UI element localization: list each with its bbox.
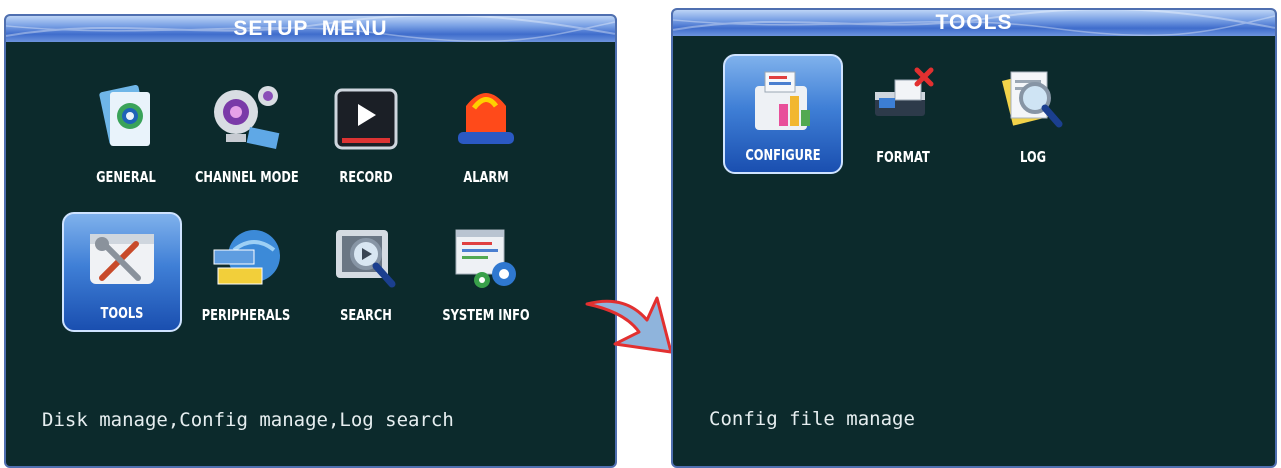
log-search-icon xyxy=(1001,71,1063,128)
search-film-icon xyxy=(336,230,396,288)
webcam-icon xyxy=(214,86,280,149)
setup-menu-panel: SETUP MENU GENERAL CHANNEL MODE RECORD A… xyxy=(4,14,617,468)
general-tile[interactable]: GENERAL xyxy=(66,74,186,194)
tools-menu-panel: TOOLS CONFIGURE FORMAT LOG Config file m… xyxy=(671,8,1277,468)
general-settings-icon xyxy=(99,84,150,146)
format-tile[interactable]: FORMAT xyxy=(843,54,963,174)
play-video-icon xyxy=(334,88,398,150)
system-info-tile[interactable]: SYSTEM INFO xyxy=(426,212,546,332)
alarm-light-icon xyxy=(458,93,514,144)
setup-menu-status-text: Disk manage,Config manage,Log search xyxy=(42,409,454,431)
channel-mode-tile[interactable]: CHANNEL MODE xyxy=(186,74,306,194)
channel-mode-label: CHANNEL MODE xyxy=(195,168,299,186)
format-label: FORMAT xyxy=(876,148,930,166)
search-tile[interactable]: SEARCH xyxy=(306,212,426,332)
system-info-label: SYSTEM INFO xyxy=(442,306,530,324)
configure-label: CONFIGURE xyxy=(745,146,821,164)
search-label: SEARCH xyxy=(340,306,392,324)
configure-chart-icon xyxy=(755,71,810,130)
record-label: RECORD xyxy=(339,168,393,186)
system-info-icon xyxy=(455,229,516,288)
format-drive-icon xyxy=(875,67,934,116)
setup-menu-title: SETUP MENU xyxy=(233,17,388,40)
record-tile[interactable]: RECORD xyxy=(306,74,426,194)
tools-label: TOOLS xyxy=(100,304,144,322)
setup-menu-title-bar: SETUP MENU xyxy=(6,16,615,42)
tools-tile[interactable]: TOOLS xyxy=(62,212,182,332)
peripherals-tile[interactable]: PERIPHERALS xyxy=(186,212,306,332)
transition-arrow-icon xyxy=(585,296,673,354)
alarm-label: ALARM xyxy=(463,168,509,186)
tools-icon xyxy=(90,234,154,284)
tools-menu-title-bar: TOOLS xyxy=(673,10,1275,36)
configure-tile[interactable]: CONFIGURE xyxy=(723,54,843,174)
peripherals-label: PERIPHERALS xyxy=(201,306,291,324)
log-label: LOG xyxy=(1019,148,1047,166)
alarm-tile[interactable]: ALARM xyxy=(426,74,546,194)
tools-menu-title: TOOLS xyxy=(935,11,1013,34)
tools-menu-status-text: Config file manage xyxy=(709,408,915,430)
globe-cards-icon xyxy=(213,230,280,285)
general-label: GENERAL xyxy=(96,168,156,186)
log-tile[interactable]: LOG xyxy=(973,54,1093,174)
